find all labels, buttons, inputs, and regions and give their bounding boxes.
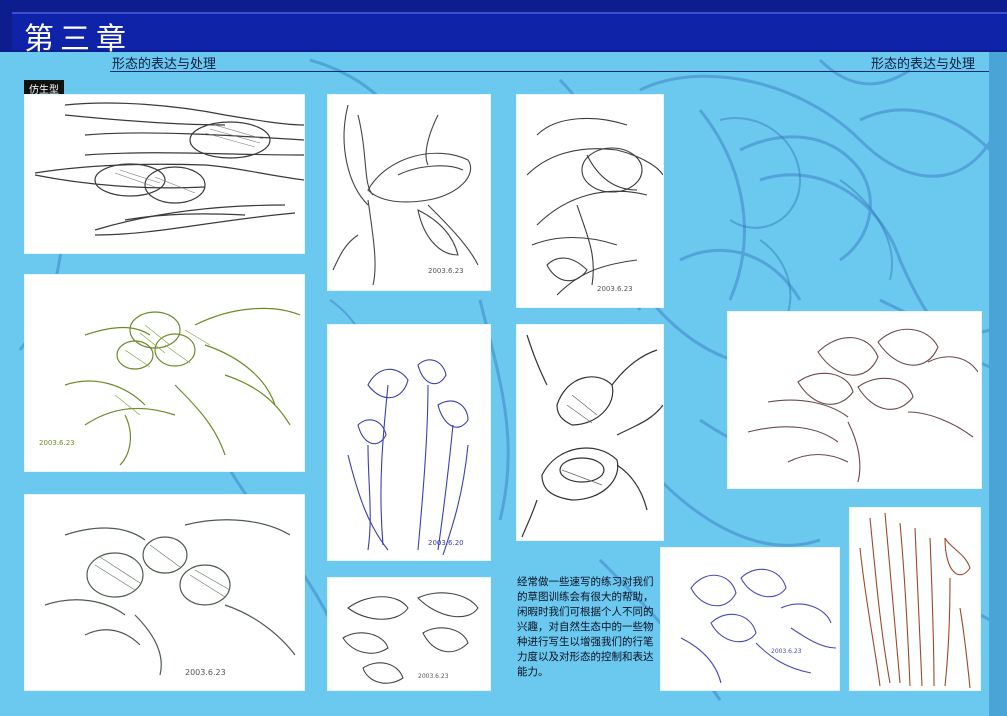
sketch-blue-flowers: 2003.6.23 — [661, 548, 839, 690]
sketch-blue-iris: 2003.6.20 — [328, 325, 490, 560]
grey-flowers-drawing: 2003.6.23 — [44, 519, 296, 677]
section-subtitle-left: 形态的表达与处理 — [112, 57, 217, 72]
brown-iris-drawing — [859, 512, 971, 689]
sketch-pods — [25, 95, 304, 253]
blue-iris-drawing: 2003.6.20 — [347, 359, 469, 556]
chapter-banner — [0, 0, 1007, 52]
sketch-green-leaves: 2003.6.23 — [25, 275, 304, 471]
page: 第三章 形态的表达与处理 形态的表达与处理 仿生型 2003.6.23 2003… — [0, 0, 1007, 716]
sketch-magnolia-bud: 2003.6.23 — [328, 95, 490, 290]
signature: 2003.6.23 — [771, 648, 802, 655]
sketch-open-bud — [517, 325, 663, 540]
open-bud-drawing — [521, 334, 663, 538]
chapter-banner-inner — [12, 12, 1007, 50]
sketch-brown-iris — [850, 508, 980, 690]
right-edge-strip — [989, 52, 1007, 716]
sketch-practice-caption: 经常做一些速写的练习对我们的草图训练会有很大的帮助，闲暇时我们可根据个人不同的兴… — [517, 576, 654, 678]
sketch-magnolia-flower — [728, 312, 981, 488]
signature: 2003.6.23 — [39, 439, 75, 447]
sketch-grey-flowers: 2003.6.23 — [25, 495, 304, 690]
signature: 2003.6.23 — [418, 673, 449, 680]
petals-drawing: 2003.6.23 — [342, 592, 479, 684]
magnolia-bud-drawing: 2003.6.23 — [332, 104, 479, 286]
signature: 2003.6.20 — [428, 539, 464, 547]
sketch-petals: 2003.6.23 — [328, 578, 490, 690]
signature: 2003.6.23 — [185, 668, 226, 677]
magnolia-flower-drawing — [747, 328, 979, 483]
signature: 2003.6.23 — [428, 267, 464, 275]
green-leaves-drawing: 2003.6.23 — [39, 307, 301, 466]
blue-flowers-drawing: 2003.6.23 — [680, 568, 837, 684]
section-subtitle-right: 形态的表达与处理 — [870, 57, 975, 72]
tulip-leaves-drawing: 2003.6.23 — [526, 117, 663, 296]
signature: 2003.6.23 — [597, 285, 633, 293]
pods-drawing — [34, 102, 304, 236]
header-divider — [110, 71, 990, 72]
chapter-title: 第三章 — [24, 22, 132, 57]
sketch-tulip-leaves: 2003.6.23 — [517, 95, 663, 307]
